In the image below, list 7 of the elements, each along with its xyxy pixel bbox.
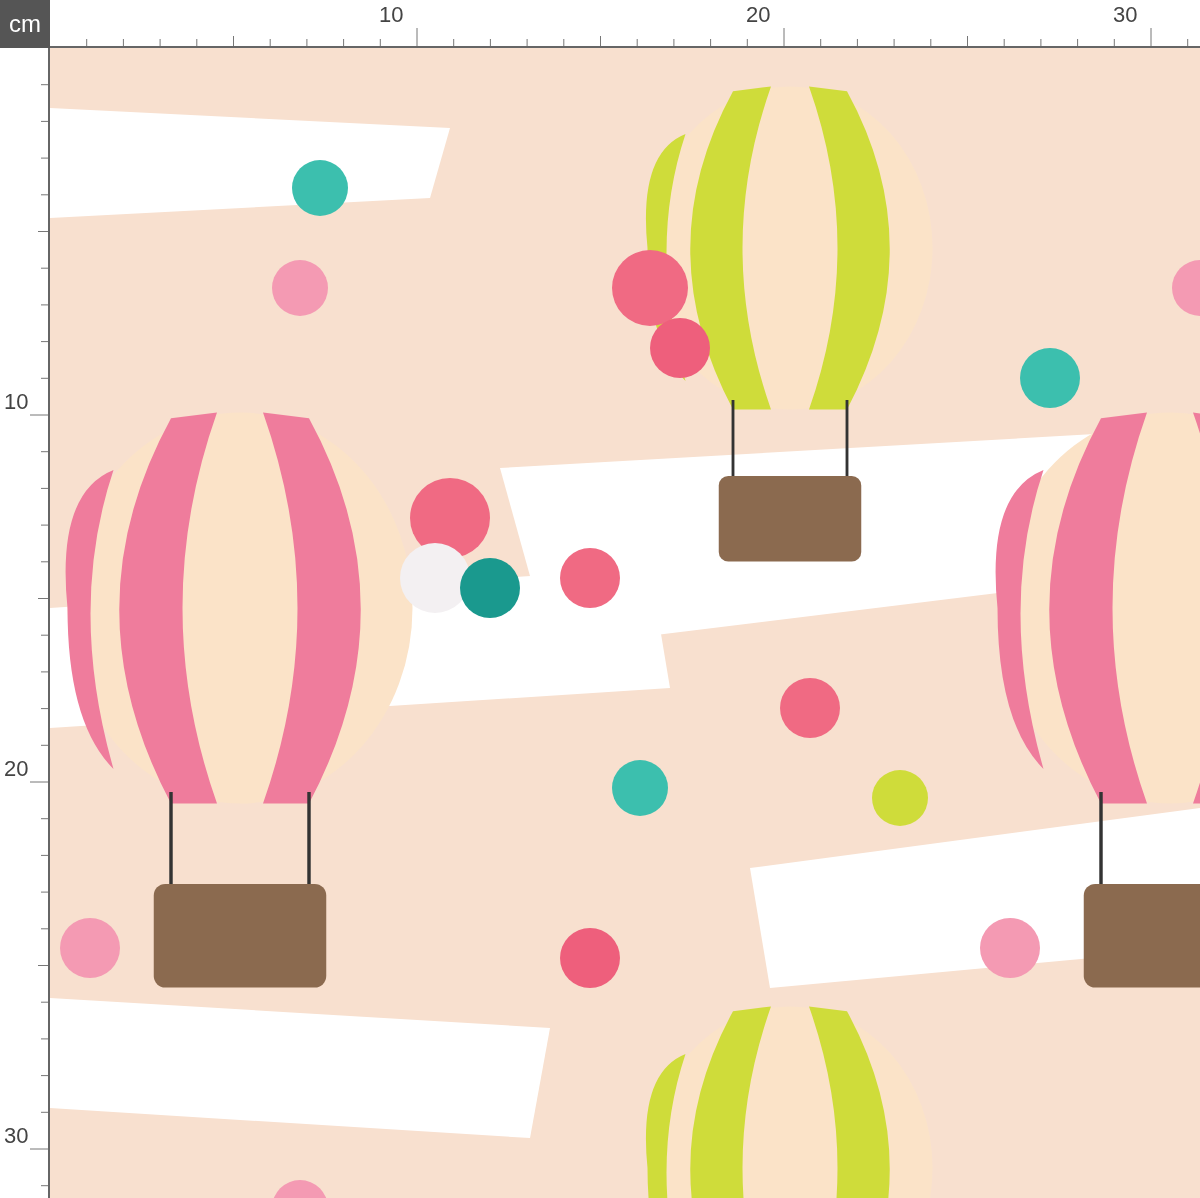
ruler-label: 30 (4, 1125, 29, 1147)
ruler-label: 20 (4, 758, 29, 780)
unit-label: cm (0, 0, 50, 48)
ruler-label: 30 (1113, 4, 1138, 26)
ruler-label: 20 (746, 4, 771, 26)
ruler-label: 10 (379, 4, 404, 26)
ruler-label: 10 (4, 391, 29, 413)
